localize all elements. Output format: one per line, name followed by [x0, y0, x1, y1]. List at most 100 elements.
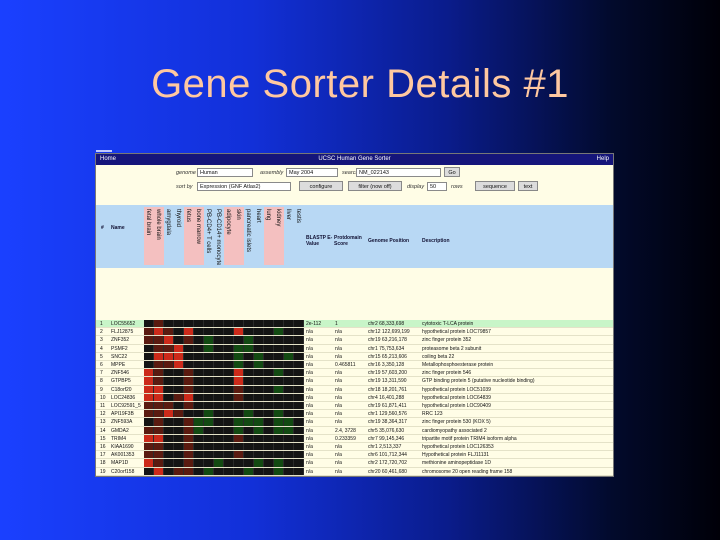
table-row[interactable]: 5 SNC22 n/a n/a chr15 65,213,606 coiling beta… [96, 352, 613, 361]
sort-select[interactable]: Expression (GNF Atlas2) [197, 182, 291, 191]
filter-button[interactable]: filter (now off) [348, 181, 402, 191]
gene-name-link[interactable]: ZNF352 [111, 336, 144, 343]
tissue-column-header[interactable]: kidney [274, 207, 284, 265]
expression-cell [194, 385, 204, 393]
display-select[interactable]: 50 [427, 182, 447, 191]
expression-cell [274, 393, 284, 401]
table-row[interactable]: 18 MAP1D n/a n/a chr2 172,720,702 methionine … [96, 459, 613, 468]
expression-cell [274, 377, 284, 385]
tissue-column-header[interactable]: PB-CD4+ T cells [204, 207, 214, 265]
expression-cell [174, 443, 184, 451]
expression-cell [214, 410, 224, 418]
tissue-column-header[interactable]: whole brain [154, 207, 164, 265]
tissue-column-header[interactable]: amygdala [164, 207, 174, 265]
table-row[interactable]: 10 LOC24836 n/a n/a chr4 16,401,288 hypotheti… [96, 393, 613, 402]
table-row[interactable]: 2 FLJ12875 n/a n/a chr12 122,699,199 hypothet… [96, 328, 613, 337]
table-row[interactable]: 6 MPPE n/a 0.465811 chr16 3,350,128 Metalloph… [96, 361, 613, 370]
tissue-column-header[interactable]: fetal brain [144, 207, 154, 265]
tissue-column-header[interactable]: testis [294, 207, 304, 265]
assembly-select[interactable]: May 2004 [286, 168, 338, 177]
gene-name-link[interactable]: MPPE [111, 361, 144, 368]
expression-cell [274, 352, 284, 360]
configure-button[interactable]: configure [299, 181, 343, 191]
search-input[interactable]: NM_022143 [356, 168, 441, 177]
expression-cell [204, 385, 214, 393]
tissue-column-header[interactable]: PB-CD14+ monocytes [214, 207, 224, 265]
gene-name-link[interactable]: C18orf20 [111, 386, 144, 393]
table-row[interactable]: 14 GMDA2 n/a 2.4, 3728 chr5 35,076,630 cardio… [96, 426, 613, 435]
description-column-header[interactable]: Description [422, 238, 482, 244]
tissue-column-header[interactable]: adipocyte [224, 207, 234, 265]
tissue-column-header[interactable]: bone marrow [194, 207, 204, 265]
expression-cell [144, 393, 154, 401]
expression-cell [164, 426, 174, 434]
blastp-column-header[interactable]: BLASTP E-Value [306, 235, 336, 247]
gene-name-link[interactable]: LOC92591_5 [111, 402, 144, 409]
table-row[interactable]: 4 PSMF2 n/a n/a chr1 75,753,634 proteasome be… [96, 344, 613, 353]
gene-name-link[interactable]: KIAA1690 [111, 443, 144, 450]
gene-name-link[interactable]: SNC22 [111, 353, 144, 360]
gene-name-link[interactable]: GDIH1 [111, 476, 144, 477]
table-row[interactable]: 7 ZNF546 n/a n/a chr19 57,603,200 zinc finger… [96, 369, 613, 378]
expression-cell [254, 410, 264, 418]
expression-cell [294, 385, 304, 393]
protdomain-column-header[interactable]: Protdomain Score [334, 235, 364, 247]
genome-select[interactable]: Human [197, 168, 253, 177]
name-column-header[interactable]: Name [111, 225, 125, 231]
gene-name-link[interactable]: GMDA2 [111, 427, 144, 434]
blastp-value: n/a [306, 427, 313, 434]
table-row[interactable]: 8 GTPBP5 n/a n/a chr19 13,311,590 GTP binding… [96, 377, 613, 386]
num-column-header[interactable]: # [101, 225, 104, 231]
table-row[interactable]: 3 ZNF352 n/a n/a chr19 63,216,178 zinc finger… [96, 336, 613, 345]
gene-name-link[interactable]: ZNF546 [111, 369, 144, 376]
expression-cell [184, 328, 194, 336]
help-link[interactable]: Help [597, 154, 609, 165]
tissue-column-header[interactable]: liver [284, 207, 294, 265]
tissue-column-header[interactable]: fetus [184, 207, 194, 265]
expression-cell [264, 475, 274, 476]
gene-name-link[interactable]: AK001353 [111, 451, 144, 458]
table-row[interactable]: 19 C20orf158 n/a n/a chr20 60,461,680 chromos… [96, 467, 613, 476]
tissue-column-header[interactable]: thyroid [174, 207, 184, 265]
expression-cell [244, 451, 254, 459]
gene-name-link[interactable]: API19F3B [111, 410, 144, 417]
gene-name-link[interactable]: GTPBP5 [111, 377, 144, 384]
table-row[interactable]: 15 TRIM4 n/a 0.233359 chr7 99,145,346 tripart… [96, 434, 613, 443]
genome-position-column-header[interactable]: Genome Position [368, 238, 428, 244]
gene-name-link[interactable]: MAP1D [111, 459, 144, 466]
table-row[interactable]: 13 ZNF593A n/a n/a chr19 38,364,317 zinc fing… [96, 418, 613, 427]
blastp-value: n/a [306, 435, 313, 442]
gene-name-link[interactable]: LOC24836 [111, 394, 144, 401]
gene-name-link[interactable]: ZNF593A [111, 418, 144, 425]
gene-name-link[interactable]: TRIM4 [111, 435, 144, 442]
expression-cell [154, 434, 164, 442]
expression-cell [254, 459, 264, 467]
expression-cell [274, 402, 284, 410]
expression-cell [154, 426, 164, 434]
expression-cell [244, 328, 254, 336]
tissue-column-header[interactable]: skin [234, 207, 244, 265]
table-row[interactable]: 11 LOC92591_5 n/a n/a chr19 61,871,411 hypoth… [96, 402, 613, 411]
text-button[interactable]: text [518, 181, 538, 191]
table-row[interactable]: 16 KIAA1690 n/a n/a chr1 2,513,337 hypothetic… [96, 443, 613, 452]
go-button[interactable]: Go [444, 167, 460, 177]
expression-cell [144, 475, 154, 476]
sequence-button[interactable]: sequence [475, 181, 515, 191]
gene-name-link[interactable]: FLJ12875 [111, 328, 144, 335]
table-row[interactable]: 9 C18orf20 n/a n/a chr18 18,201,761 hypotheti… [96, 385, 613, 394]
tissue-column-header[interactable]: heart [254, 207, 264, 265]
expression-cell [244, 393, 254, 401]
gene-name-link[interactable]: PSMF2 [111, 345, 144, 352]
tissue-column-header[interactable]: lung [264, 207, 274, 265]
protdomain-value: n/a [335, 329, 342, 336]
gene-name-link[interactable]: C20orf158 [111, 468, 144, 475]
table-row[interactable]: 17 AK001353 n/a n/a chr6 101,712,344 Hypothet… [96, 451, 613, 460]
table-row[interactable]: 12 API19F3B n/a n/a chr1 129,560,576 RRC 123 [96, 410, 613, 419]
table-row[interactable]: 1 LOC55652 2e-112 1 chr2 68,333,698 cytotoxic… [96, 320, 613, 329]
tissue-column-header[interactable]: pancreatic islets [244, 207, 254, 265]
blastp-value: n/a [306, 378, 313, 385]
expression-cell [154, 328, 164, 336]
table-row[interactable]: 20GDIH1n/an/achr6 67,241,202oligophrenin… [96, 475, 613, 477]
expression-cell [284, 467, 294, 475]
gene-name-link[interactable]: LOC55652 [111, 320, 144, 327]
